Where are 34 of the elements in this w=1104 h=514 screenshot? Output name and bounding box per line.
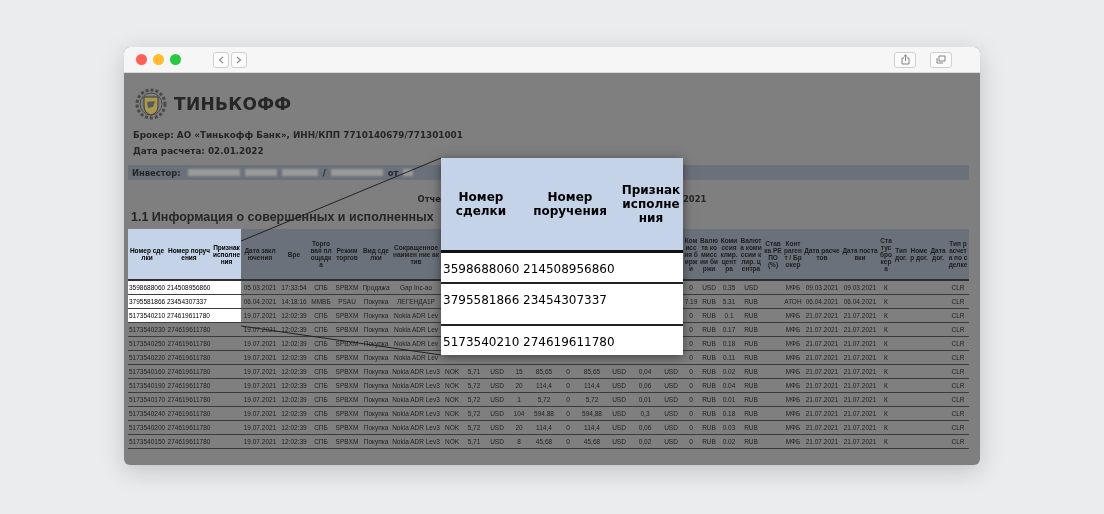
- tabs-button[interactable]: [930, 51, 952, 68]
- share-icon: [900, 54, 910, 65]
- redacted-block: [187, 169, 240, 176]
- close-button[interactable]: [136, 54, 147, 65]
- separator-text: /: [322, 167, 326, 178]
- settlement-date: Дата расчета: 02.01.2022: [133, 146, 264, 156]
- chevron-left-icon: [218, 55, 224, 64]
- share-button[interactable]: [894, 51, 916, 68]
- broker-info: Брокер: АО «Тинькофф Банк», ИНН/КПП 7710140679/771301001: [133, 130, 463, 140]
- report-title: Отче: [417, 194, 441, 205]
- date-prefix: от: [387, 167, 399, 178]
- report-title: 2021: [683, 194, 707, 205]
- tabs-icon: [936, 55, 946, 64]
- forward-button[interactable]: [231, 51, 247, 68]
- brand-name: ТИНЬКОФФ: [174, 94, 292, 114]
- emblem-logo-icon: [134, 87, 168, 121]
- investor-label: Инвестор:: [132, 167, 181, 178]
- table-cell-text: 5173540210: [442, 334, 521, 349]
- redacted-block: [330, 169, 383, 176]
- minimize-button[interactable]: [153, 54, 164, 65]
- chevron-right-icon: [236, 55, 242, 64]
- table-cell-text: 274619611780: [522, 334, 616, 349]
- column-header: Номер поручения: [532, 189, 608, 220]
- column-header: Признак исполнения: [620, 182, 682, 227]
- column-header: Номер сделки: [454, 189, 508, 220]
- redacted-block: [281, 169, 318, 176]
- zoom-button[interactable]: [170, 54, 181, 65]
- redacted-block: [403, 169, 414, 176]
- redacted-block: [244, 169, 277, 176]
- table-cell-text: 3598688060: [442, 261, 521, 276]
- table-cell-text: 3795581866: [442, 292, 521, 307]
- table-cell-text: 214508956860: [522, 261, 616, 276]
- table-cell-text: 23454307337: [522, 292, 608, 307]
- back-button[interactable]: [213, 51, 229, 68]
